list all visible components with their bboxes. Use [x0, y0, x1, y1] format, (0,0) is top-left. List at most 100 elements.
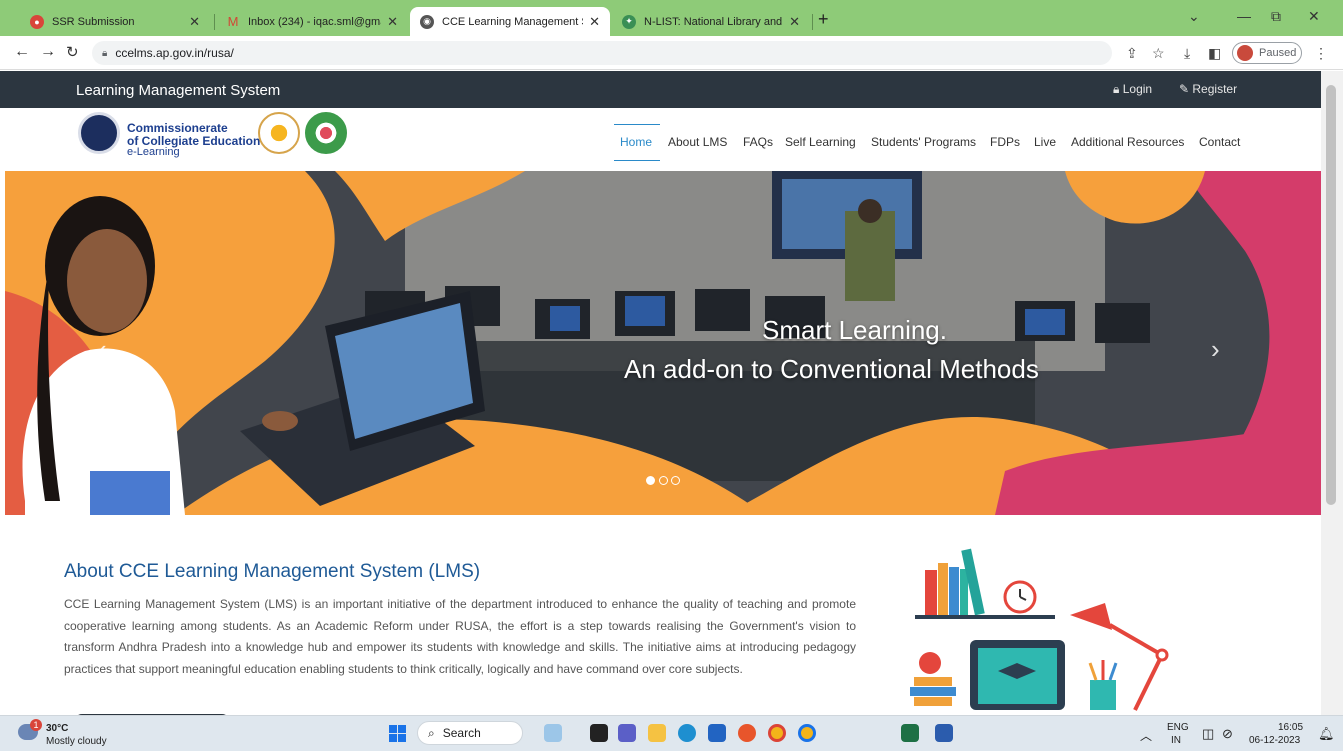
tab-title: N-LIST: National Library and Info — [644, 15, 783, 28]
bookmark-star-icon[interactable]: ☆ — [1152, 45, 1165, 62]
hero-caption-line1: Smart Learning. — [762, 315, 947, 345]
ssr-favicon-icon: ● — [30, 14, 44, 29]
taskbar-search[interactable]: ⌕ Search — [417, 721, 523, 745]
show-hidden-icons-chevron[interactable]: ︿ — [1140, 727, 1152, 744]
download-icon[interactable]: ⤓ — [1184, 45, 1190, 62]
register-label: Register — [1192, 82, 1238, 96]
hero-carousel: Smart Learning. An add-on to Conventiona… — [5, 171, 1321, 515]
nav-live[interactable]: Live — [1034, 135, 1056, 149]
menu-kebab-icon[interactable]: ⋮ — [1314, 45, 1328, 62]
page-scrollbar[interactable] — [1321, 71, 1343, 715]
logo-line3: e-Learning — [127, 146, 180, 158]
back-arrow-icon[interactable]: ← — [14, 43, 30, 61]
clock-date[interactable]: 06-12-2023 — [1249, 735, 1300, 746]
lms-favicon-icon: ◉ — [420, 14, 434, 29]
tab-gmail-inbox[interactable]: M Inbox (234) - iqac.sml@gmail.com ✕ — [216, 7, 408, 36]
nav-self-learning[interactable]: Self Learning — [785, 135, 856, 149]
carousel-indicator-3[interactable] — [671, 476, 680, 485]
rusa-seal-logo — [258, 112, 300, 154]
share-icon[interactable]: ⇪ — [1126, 45, 1138, 62]
weather-desc[interactable]: Mostly cloudy — [46, 736, 107, 747]
language-line2[interactable]: IN — [1171, 735, 1181, 746]
new-tab-button[interactable]: + — [818, 9, 829, 30]
nav-faqs[interactable]: FAQs — [743, 135, 773, 149]
close-tab-icon[interactable]: ✕ — [789, 14, 800, 30]
volume-muted-icon[interactable]: ⊘ — [1222, 726, 1233, 742]
teams-chat-icon[interactable] — [618, 724, 636, 742]
chrome-profile-icon[interactable] — [798, 724, 816, 742]
file-explorer-icon[interactable] — [648, 724, 666, 742]
side-panel-icon[interactable]: ◧ — [1208, 45, 1221, 62]
tab-ssr-submission[interactable]: ● SSR Submission ✕ — [20, 7, 210, 36]
language-line1[interactable]: ENG — [1167, 722, 1189, 733]
carousel-indicator-1[interactable] — [646, 476, 655, 485]
close-tab-icon[interactable]: ✕ — [189, 14, 200, 30]
network-icon[interactable]: ◫ — [1202, 726, 1214, 742]
forward-arrow-icon[interactable]: → — [40, 43, 56, 61]
login-label: Login — [1122, 82, 1153, 96]
excel-icon[interactable] — [901, 724, 919, 742]
nav-active-top-border — [614, 124, 660, 125]
lock-icon: 🔒︎ — [102, 47, 108, 59]
address-bar[interactable]: 🔒︎ ccelms.ap.gov.in/rusa/ — [92, 41, 1112, 65]
windows-start-icon[interactable] — [389, 725, 406, 742]
nav-additional-resources[interactable]: Additional Resources — [1071, 135, 1184, 149]
register-link[interactable]: ✎ Register — [1179, 82, 1237, 96]
nlist-favicon-icon: ✦ — [622, 14, 636, 29]
nav-contact[interactable]: Contact — [1199, 135, 1240, 149]
edge-browser-icon[interactable] — [678, 724, 696, 742]
scrollbar-thumb[interactable] — [1326, 85, 1336, 505]
close-window-icon[interactable]: ✕ — [1308, 8, 1320, 25]
cce-emblem-logo[interactable] — [78, 112, 120, 154]
weather-temp[interactable]: 30°C — [46, 723, 68, 734]
task-view-icon[interactable] — [590, 724, 608, 742]
edit-icon: ✎ — [1179, 82, 1193, 96]
clock-time[interactable]: 16:05 — [1278, 722, 1303, 733]
tab-cce-lms[interactable]: ◉ CCE Learning Management Syst ✕ — [410, 7, 610, 36]
about-section-text: CCE Learning Management System (LMS) is … — [64, 597, 856, 676]
restore-icon[interactable]: ⧉ — [1271, 8, 1281, 25]
ap-government-seal-logo — [305, 112, 347, 154]
nav-home[interactable]: Home — [620, 135, 652, 149]
lock-icon: 🔒︎ — [1113, 82, 1123, 96]
reload-icon[interactable]: ↻ — [66, 43, 79, 61]
tab-title: SSR Submission — [52, 15, 135, 28]
search-icon: ⌕ — [428, 725, 435, 740]
gmail-favicon-icon: M — [227, 14, 239, 29]
taskbar-search-label: Search — [442, 726, 481, 740]
nav-active-bottom-border — [614, 160, 660, 161]
browser-toolbar: ← → ↻ 🔒︎ ccelms.ap.gov.in/rusa/ ⇪ ☆ ⤓ ◧ … — [0, 36, 1343, 70]
tab-nlist[interactable]: ✦ N-LIST: National Library and Info ✕ — [612, 7, 810, 36]
microsoft-store-icon[interactable] — [708, 724, 726, 742]
login-link[interactable]: 🔒︎ Login — [1113, 82, 1152, 97]
firefox-icon[interactable] — [738, 724, 756, 742]
widgets-app-icon[interactable] — [544, 724, 562, 742]
site-brand-title: Learning Management System — [76, 82, 281, 99]
site-top-bar: Learning Management System 🔒︎ Login ✎ Re… — [0, 71, 1321, 108]
browser-tab-strip: ● SSR Submission ✕ M Inbox (234) - iqac.… — [0, 0, 1343, 36]
hero-caption-line2: An add-on to Conventional Methods — [624, 354, 1039, 384]
tab-search-chevron-icon[interactable]: ⌄ — [1188, 8, 1200, 25]
hero-illustration — [5, 171, 1321, 515]
minimize-icon[interactable]: — — [1237, 8, 1251, 24]
profile-status: Paused — [1259, 47, 1297, 59]
nav-fdps[interactable]: FDPs — [990, 135, 1020, 149]
carousel-next-icon[interactable]: › — [1211, 334, 1220, 365]
avatar — [1237, 45, 1253, 61]
tab-title: Inbox (234) - iqac.sml@gmail.com — [248, 15, 381, 28]
chrome-icon[interactable] — [768, 724, 786, 742]
profile-button[interactable]: Paused — [1232, 42, 1302, 64]
study-illustration — [910, 548, 1169, 711]
notification-bell-icon[interactable]: 🔔︎ — [1318, 726, 1335, 742]
carousel-indicator-2[interactable] — [659, 476, 668, 485]
close-tab-icon[interactable]: ✕ — [387, 14, 398, 30]
carousel-prev-icon[interactable]: ‹ — [98, 334, 107, 365]
logo-line1: Commissionerate — [127, 121, 228, 135]
nav-students-programs[interactable]: Students' Programs — [871, 135, 976, 149]
nav-about-lms[interactable]: About LMS — [668, 135, 727, 149]
weather-badge: 1 — [30, 719, 42, 731]
word-icon[interactable] — [935, 724, 953, 742]
url-text: ccelms.ap.gov.in/rusa/ — [115, 46, 234, 60]
about-section-title: About CCE Learning Management System (LM… — [64, 561, 481, 582]
close-tab-icon[interactable]: ✕ — [589, 14, 600, 30]
